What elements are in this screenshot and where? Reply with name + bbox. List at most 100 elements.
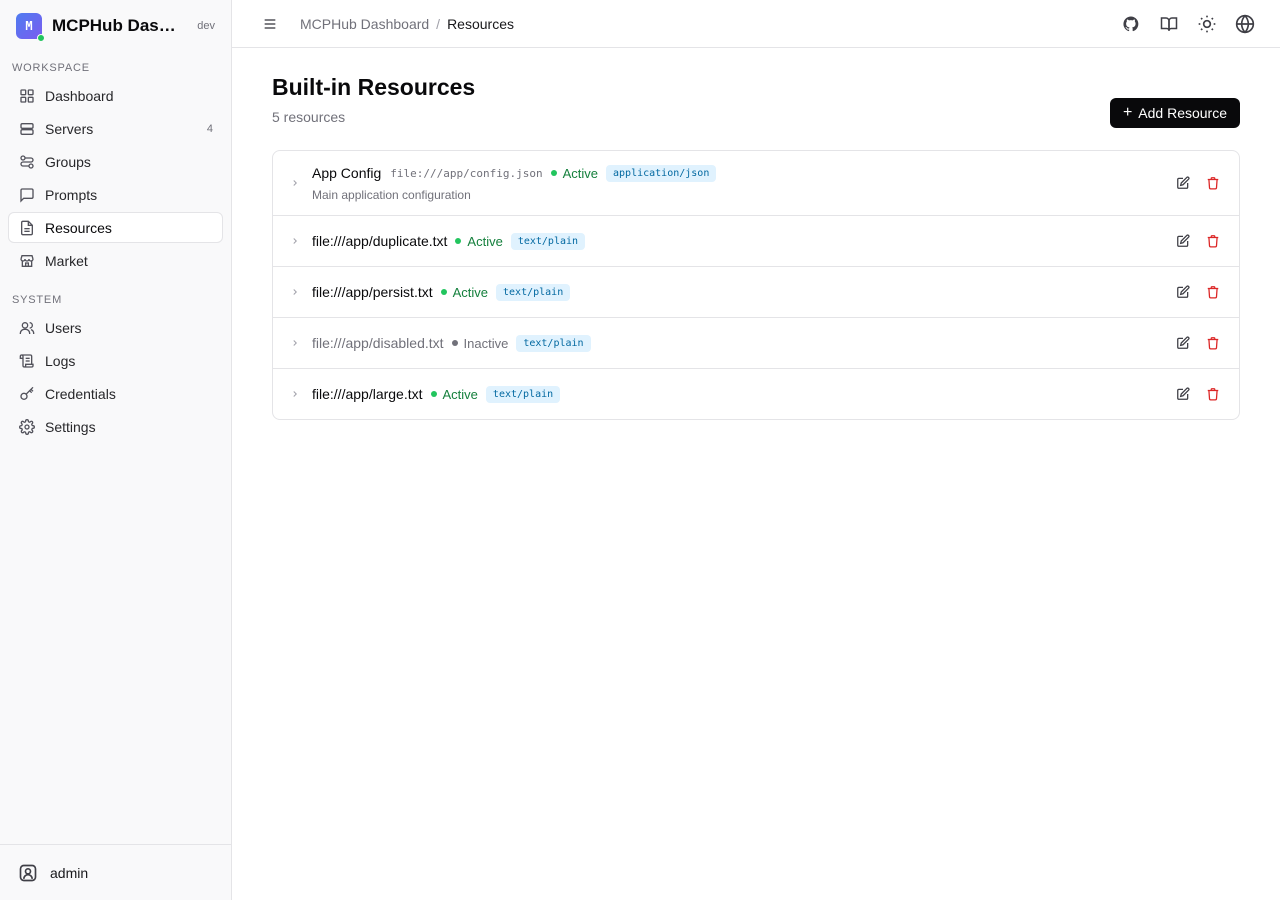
topbar: MCPHub Dashboard / Resources: [232, 0, 1280, 48]
sidebar-item-credentials[interactable]: Credentials: [8, 378, 223, 409]
row-actions: [1175, 386, 1221, 402]
edit-icon[interactable]: [1175, 335, 1191, 351]
resource-name: file:///app/disabled.txt: [312, 335, 444, 351]
edit-icon[interactable]: [1175, 386, 1191, 402]
trash-icon[interactable]: [1205, 335, 1221, 351]
brand[interactable]: M MCPHub Dashboard dev: [0, 0, 231, 52]
mime-type-badge: text/plain: [510, 232, 586, 250]
key-icon: [18, 385, 36, 403]
scroll-icon: [18, 352, 36, 370]
breadcrumb-current: Resources: [447, 15, 514, 32]
row-actions: [1175, 335, 1221, 351]
status-label: Active: [467, 233, 503, 249]
mime-type-badge: application/json: [606, 164, 717, 182]
user-icon: [18, 863, 38, 883]
sidebar-item-label: Market: [45, 252, 88, 269]
system-nav: Users Logs Credentials Settings: [0, 312, 231, 444]
chevron-right-icon[interactable]: [289, 388, 301, 400]
row-actions: [1175, 233, 1221, 249]
sidebar-item-dashboard[interactable]: Dashboard: [8, 80, 223, 111]
resource-line: file:///app/persist.txt Active text/plai…: [312, 283, 571, 301]
trash-icon[interactable]: [1205, 284, 1221, 300]
sidebar-item-groups[interactable]: Groups: [8, 146, 223, 177]
store-icon: [18, 252, 36, 270]
sidebar-item-servers[interactable]: Servers 4: [8, 113, 223, 144]
page-content: Built-in Resources 5 resources + Add Res…: [232, 48, 1280, 420]
sidebar-item-label: Dashboard: [45, 87, 114, 104]
section-label-workspace: WORKSPACE: [12, 62, 90, 74]
edit-icon[interactable]: [1175, 233, 1191, 249]
app-title: MCPHub Dashboard: [52, 16, 186, 35]
status-dot: [455, 238, 462, 244]
grid-icon: [18, 87, 36, 105]
sidebar-item-label: Settings: [45, 418, 96, 435]
sidebar-item-users[interactable]: Users: [8, 312, 223, 343]
app-logo: M: [16, 13, 45, 42]
add-resource-label: Add Resource: [1138, 105, 1227, 121]
resource-row[interactable]: file:///app/large.txt Active text/plain: [273, 368, 1239, 419]
chevron-right-icon[interactable]: [289, 235, 301, 247]
username: admin: [50, 864, 89, 881]
resource-line: file:///app/large.txt Active text/plain: [312, 385, 561, 403]
status-label: Active: [452, 284, 489, 300]
status-dot: [440, 289, 447, 295]
trash-icon[interactable]: [1205, 386, 1221, 402]
page-title: Built-in Resources: [272, 74, 476, 100]
page-heading-group: Built-in Resources 5 resources: [272, 74, 475, 125]
github-icon[interactable]: [1120, 13, 1142, 35]
status-badge: Inactive: [451, 335, 509, 351]
plus-icon: +: [1122, 104, 1133, 121]
environment-badge: dev: [197, 20, 215, 32]
chevron-right-icon[interactable]: [289, 337, 301, 349]
sidebar-item-label: Servers: [45, 120, 94, 137]
menu-toggle-icon[interactable]: [260, 14, 280, 34]
resource-name: file:///app/large.txt: [312, 386, 423, 402]
chevron-right-icon[interactable]: [289, 177, 301, 189]
resource-info: file:///app/disabled.txt Inactive text/p…: [312, 334, 591, 352]
edit-icon[interactable]: [1175, 175, 1191, 191]
message-icon: [18, 186, 36, 204]
resource-row[interactable]: file:///app/persist.txt Active text/plai…: [273, 266, 1239, 317]
online-status-dot: [37, 34, 45, 42]
book-icon[interactable]: [1158, 13, 1180, 35]
resource-row[interactable]: App Config file:///app/config.json Activ…: [273, 151, 1239, 215]
resource-list: App Config file:///app/config.json Activ…: [272, 150, 1240, 420]
trash-icon[interactable]: [1205, 175, 1221, 191]
resource-count: 5 resources: [272, 109, 346, 125]
sun-icon[interactable]: [1196, 13, 1218, 35]
main-area: MCPHub Dashboard / Resources Built-in Re…: [232, 0, 1280, 900]
sidebar-item-prompts[interactable]: Prompts: [8, 179, 223, 210]
status-label: Inactive: [463, 335, 509, 351]
resource-name: App Config: [312, 165, 382, 181]
breadcrumb-separator: /: [436, 15, 441, 32]
status-label: Active: [442, 386, 478, 402]
sidebar-item-label: Credentials: [45, 385, 116, 402]
status-dot: [451, 340, 458, 346]
resource-name: file:///app/duplicate.txt: [312, 233, 448, 249]
resource-info: file:///app/duplicate.txt Active text/pl…: [312, 232, 586, 250]
sidebar-item-resources[interactable]: Resources: [8, 212, 223, 243]
resource-line: App Config file:///app/config.json Activ…: [312, 164, 717, 182]
sidebar-item-settings[interactable]: Settings: [8, 411, 223, 442]
sidebar-item-label: Users: [45, 319, 82, 336]
resource-line: file:///app/duplicate.txt Active text/pl…: [312, 232, 586, 250]
resource-row[interactable]: file:///app/duplicate.txt Active text/pl…: [273, 215, 1239, 266]
server-icon: [18, 120, 36, 138]
status-badge: Active: [550, 166, 598, 181]
globe-icon[interactable]: [1234, 13, 1256, 35]
sidebar-item-market[interactable]: Market: [8, 245, 223, 276]
chevron-right-icon[interactable]: [289, 286, 301, 298]
gear-icon: [18, 418, 36, 436]
trash-icon[interactable]: [1205, 233, 1221, 249]
breadcrumb-root[interactable]: MCPHub Dashboard: [300, 16, 429, 32]
add-resource-button[interactable]: + Add Resource: [1109, 98, 1240, 128]
sidebar-item-logs[interactable]: Logs: [8, 345, 223, 376]
resource-uri: file:///app/config.json: [390, 166, 543, 180]
resource-info: file:///app/large.txt Active text/plain: [312, 385, 561, 403]
resource-name: file:///app/persist.txt: [312, 284, 433, 300]
resource-row[interactable]: file:///app/disabled.txt Inactive text/p…: [273, 317, 1239, 368]
resource-line: file:///app/disabled.txt Inactive text/p…: [312, 334, 591, 352]
user-menu[interactable]: admin: [0, 844, 231, 900]
users-icon: [18, 319, 36, 337]
edit-icon[interactable]: [1175, 284, 1191, 300]
